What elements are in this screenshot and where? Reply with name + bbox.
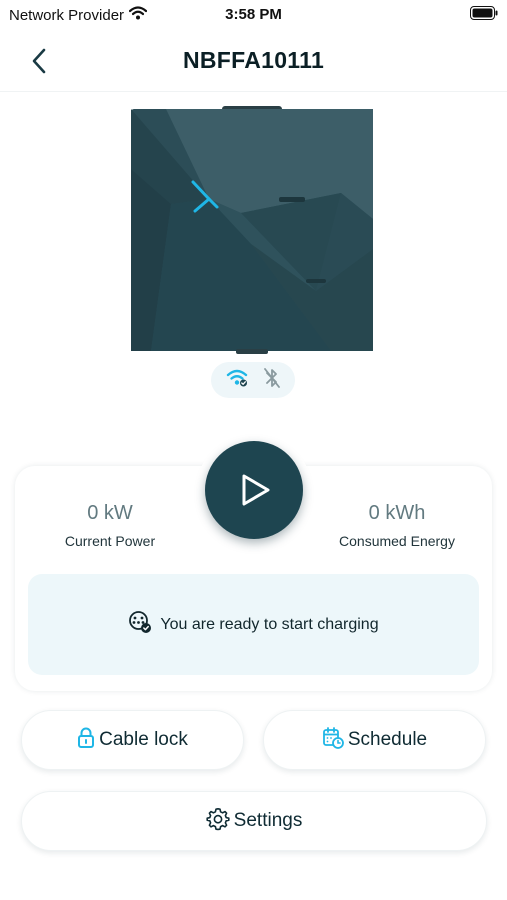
play-icon	[242, 474, 270, 506]
wifi-connected-icon	[226, 369, 248, 392]
cable-lock-label: Cable lock	[99, 729, 188, 750]
consumed-energy-stat: 0 kWh Consumed Energy	[302, 502, 492, 549]
page-title: NBFFA10111	[182, 47, 325, 73]
settings-button[interactable]: Settings	[21, 791, 487, 851]
back-button[interactable]	[22, 44, 56, 78]
carrier-info: Network Provider	[9, 6, 148, 24]
wifi-signal-icon	[128, 6, 148, 24]
charger-bottom-notch	[236, 349, 268, 354]
schedule-button[interactable]: Schedule	[263, 710, 486, 770]
settings-label: Settings	[233, 810, 303, 831]
current-power-stat: 0 kW Current Power	[15, 502, 205, 549]
start-charging-button[interactable]	[205, 441, 303, 539]
header: NBFFA10111	[0, 30, 507, 92]
schedule-label: Schedule	[347, 729, 428, 750]
consumed-energy-value: 0 kWh	[368, 502, 426, 524]
status-bar: Network Provider 3:58 PM	[0, 0, 507, 30]
lock-icon	[77, 727, 95, 754]
bluetooth-disabled-icon	[264, 367, 280, 393]
ready-status-text: You are ready to start charging	[160, 615, 379, 633]
current-power-label: Current Power	[64, 533, 156, 549]
consumed-energy-label: Consumed Energy	[339, 533, 455, 549]
connectivity-indicator	[211, 362, 295, 398]
charger-device-image	[131, 109, 373, 351]
gear-icon	[206, 807, 230, 836]
charger-ready-icon	[128, 610, 152, 639]
calendar-clock-icon	[322, 726, 344, 754]
chevron-left-icon	[32, 48, 46, 74]
battery-icon	[470, 6, 498, 25]
cable-lock-button[interactable]: Cable lock	[21, 710, 244, 770]
ready-status-banner: You are ready to start charging	[28, 574, 479, 675]
carrier-name: Network Provider	[9, 6, 125, 24]
current-power-value: 0 kW	[87, 502, 133, 524]
